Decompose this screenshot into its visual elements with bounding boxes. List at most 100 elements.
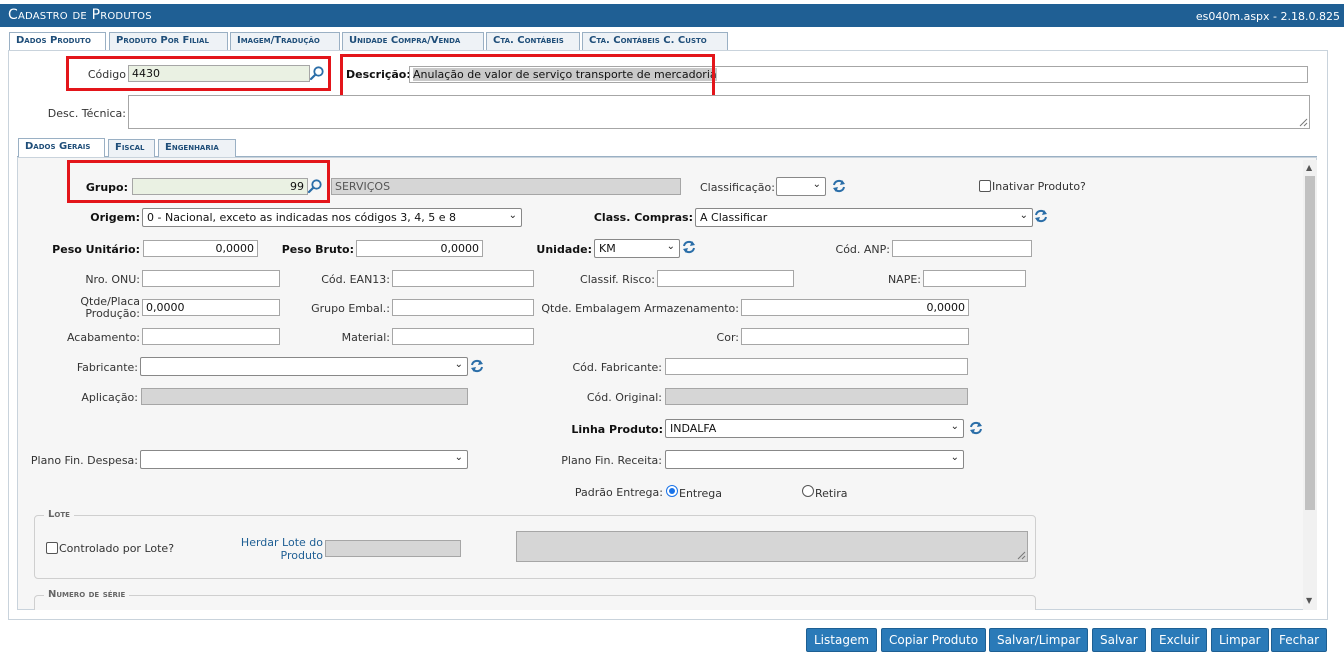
nro-onu-field[interactable] — [142, 270, 280, 287]
tab-imagem-traducao[interactable]: Imagem/Tradução — [230, 32, 340, 50]
refresh-icon[interactable] — [1034, 209, 1048, 223]
highlight-box-grupo — [67, 160, 330, 203]
nape-field[interactable] — [923, 270, 1026, 287]
padrao-entrega-label: Padrão Entrega: — [574, 486, 663, 499]
refresh-icon[interactable] — [682, 240, 696, 254]
linha-produto-label: Linha Produto: — [571, 423, 663, 436]
chevron-down-icon: ⌄ — [812, 179, 821, 190]
linha-produto-select[interactable]: INDALFA ⌄ — [665, 419, 964, 438]
cor-field[interactable] — [741, 328, 969, 345]
refresh-icon[interactable] — [470, 359, 484, 373]
lote-legend: Lote — [44, 509, 74, 520]
tab-dados-gerais[interactable]: Dados Gerais — [18, 138, 105, 158]
fabricante-select[interactable]: ⌄ — [140, 357, 468, 376]
retira-radio[interactable] — [802, 485, 814, 497]
chevron-down-icon: ⌄ — [666, 241, 675, 252]
copiar-produto-button[interactable]: Copiar Produto — [881, 628, 987, 652]
vertical-scrollbar[interactable]: ▲ ▼ — [1303, 160, 1317, 610]
classif-risco-field[interactable] — [657, 270, 794, 287]
tab-cta-contabeis-c-custo[interactable]: Cta. Contábeis C. Custo — [582, 32, 728, 50]
window-title: Cadastro de Produtos — [8, 7, 152, 23]
herdar-lote-link[interactable]: Herdar Lote do Produto — [230, 536, 323, 562]
class-compras-select[interactable]: A Classificar ⌄ — [695, 208, 1033, 227]
aplicacao-field — [141, 388, 468, 405]
classif-risco-label: Classif. Risco: — [580, 273, 655, 286]
excluir-button[interactable]: Excluir — [1151, 628, 1208, 652]
refresh-icon[interactable] — [969, 421, 983, 435]
herdar-lote-line2: Produto — [280, 549, 323, 562]
scroll-up-icon[interactable]: ▲ — [1306, 163, 1312, 172]
classificacao-select[interactable]: ⌄ — [776, 177, 826, 196]
tab-cta-contabeis[interactable]: Cta. Contábeis — [486, 32, 580, 50]
cod-fabricante-field[interactable] — [665, 358, 968, 375]
scroll-down-icon[interactable]: ▼ — [1306, 596, 1312, 605]
chevron-down-icon: ⌄ — [454, 359, 463, 370]
version-label: es040m.aspx - 2.18.0.825 — [1195, 10, 1340, 23]
cod-anp-field[interactable] — [892, 240, 1032, 257]
acabamento-field[interactable] — [142, 328, 280, 345]
aplicacao-label: Aplicação: — [81, 391, 138, 404]
cod-original-label: Cód. Original: — [586, 391, 662, 404]
grupo-embal-field[interactable] — [392, 299, 534, 316]
inativar-checkbox[interactable] — [979, 180, 991, 192]
fabricante-label: Fabricante: — [76, 361, 138, 374]
lote-text-area — [516, 531, 1028, 562]
unidade-select[interactable]: KM ⌄ — [594, 239, 680, 258]
unidade-label: Unidade: — [536, 243, 592, 256]
nro-onu-label: Nro. ONU: — [85, 273, 140, 286]
peso-unitario-field[interactable]: 0,0000 — [143, 240, 258, 257]
cod-ean13-field[interactable] — [392, 270, 534, 287]
tab-fiscal[interactable]: Fiscal — [108, 139, 155, 157]
listagem-button[interactable]: Listagem — [806, 628, 878, 652]
salvar-limpar-button[interactable]: Salvar/Limpar — [989, 628, 1089, 652]
class-compras-value: A Classificar — [700, 211, 768, 224]
cod-anp-label: Cód. ANP: — [835, 243, 890, 256]
resize-grip-icon[interactable] — [1017, 551, 1026, 560]
fechar-button[interactable]: Fechar — [1271, 628, 1328, 652]
tab-dados-produto[interactable]: Dados Produto — [9, 32, 106, 52]
plano-despesa-label: Plano Fin. Despesa: — [30, 454, 138, 467]
retira-label: Retira — [815, 487, 848, 500]
limpar-button[interactable]: Limpar — [1211, 628, 1269, 652]
tab-engenharia[interactable]: Engenharia — [158, 139, 236, 157]
resize-grip-icon[interactable] — [1299, 118, 1308, 127]
material-field[interactable] — [392, 328, 534, 345]
acabamento-label: Acabamento: — [66, 331, 140, 344]
peso-bruto-field[interactable]: 0,0000 — [356, 240, 483, 257]
plano-despesa-select[interactable]: ⌄ — [140, 450, 468, 469]
desc-tecnica-field[interactable] — [128, 95, 1310, 129]
desc-tecnica-label: Desc. Técnica: — [47, 107, 126, 120]
cor-label: Cor: — [716, 331, 739, 344]
entrega-label: Entrega — [679, 487, 723, 500]
qtde-embalagem-label: Qtde. Embalagem Armazenamento: — [541, 302, 739, 315]
grupo-embal-label: Grupo Embal.: — [311, 302, 390, 315]
herdar-lote-line1: Herdar Lote do — [240, 536, 323, 549]
plano-receita-select[interactable]: ⌄ — [665, 450, 964, 469]
controlado-lote-checkbox[interactable] — [46, 542, 58, 554]
origem-select[interactable]: 0 - Nacional, exceto as indicadas nos có… — [142, 208, 522, 227]
class-compras-label: Class. Compras: — [593, 211, 693, 224]
peso-bruto-label: Peso Bruto: — [281, 243, 354, 256]
highlight-box-codigo — [66, 56, 331, 91]
linha-produto-value: INDALFA — [670, 422, 717, 435]
title-bar: Cadastro de Produtos es040m.aspx - 2.18.… — [0, 0, 1344, 27]
numero-serie-legend: Numero de série — [44, 589, 130, 600]
cod-fabricante-label: Cód. Fabricante: — [572, 361, 662, 374]
tab-produto-por-filial[interactable]: Produto Por Filial — [109, 32, 228, 50]
chevron-down-icon: ⌄ — [950, 452, 959, 463]
salvar-button[interactable]: Salvar — [1092, 628, 1146, 652]
qtde-embalagem-field[interactable]: 0,0000 — [741, 299, 969, 316]
numero-serie-fieldset — [34, 595, 1036, 610]
chevron-down-icon: ⌄ — [508, 210, 517, 221]
scroll-thumb[interactable] — [1305, 176, 1315, 510]
tab-unidade-compra-venda[interactable]: Unidade Compra/Venda — [342, 32, 484, 50]
origem-label: Origem: — [90, 211, 140, 224]
chevron-down-icon: ⌄ — [950, 421, 959, 432]
classificacao-label: Classificação: — [700, 181, 775, 194]
grupo-description: SERVIÇOS — [331, 178, 681, 195]
refresh-icon[interactable] — [832, 179, 846, 193]
entrega-radio[interactable] — [666, 485, 678, 497]
qtde-placa-field[interactable]: 0,0000 — [142, 299, 280, 316]
nape-label: NAPE: — [887, 273, 921, 286]
material-label: Material: — [341, 331, 390, 344]
